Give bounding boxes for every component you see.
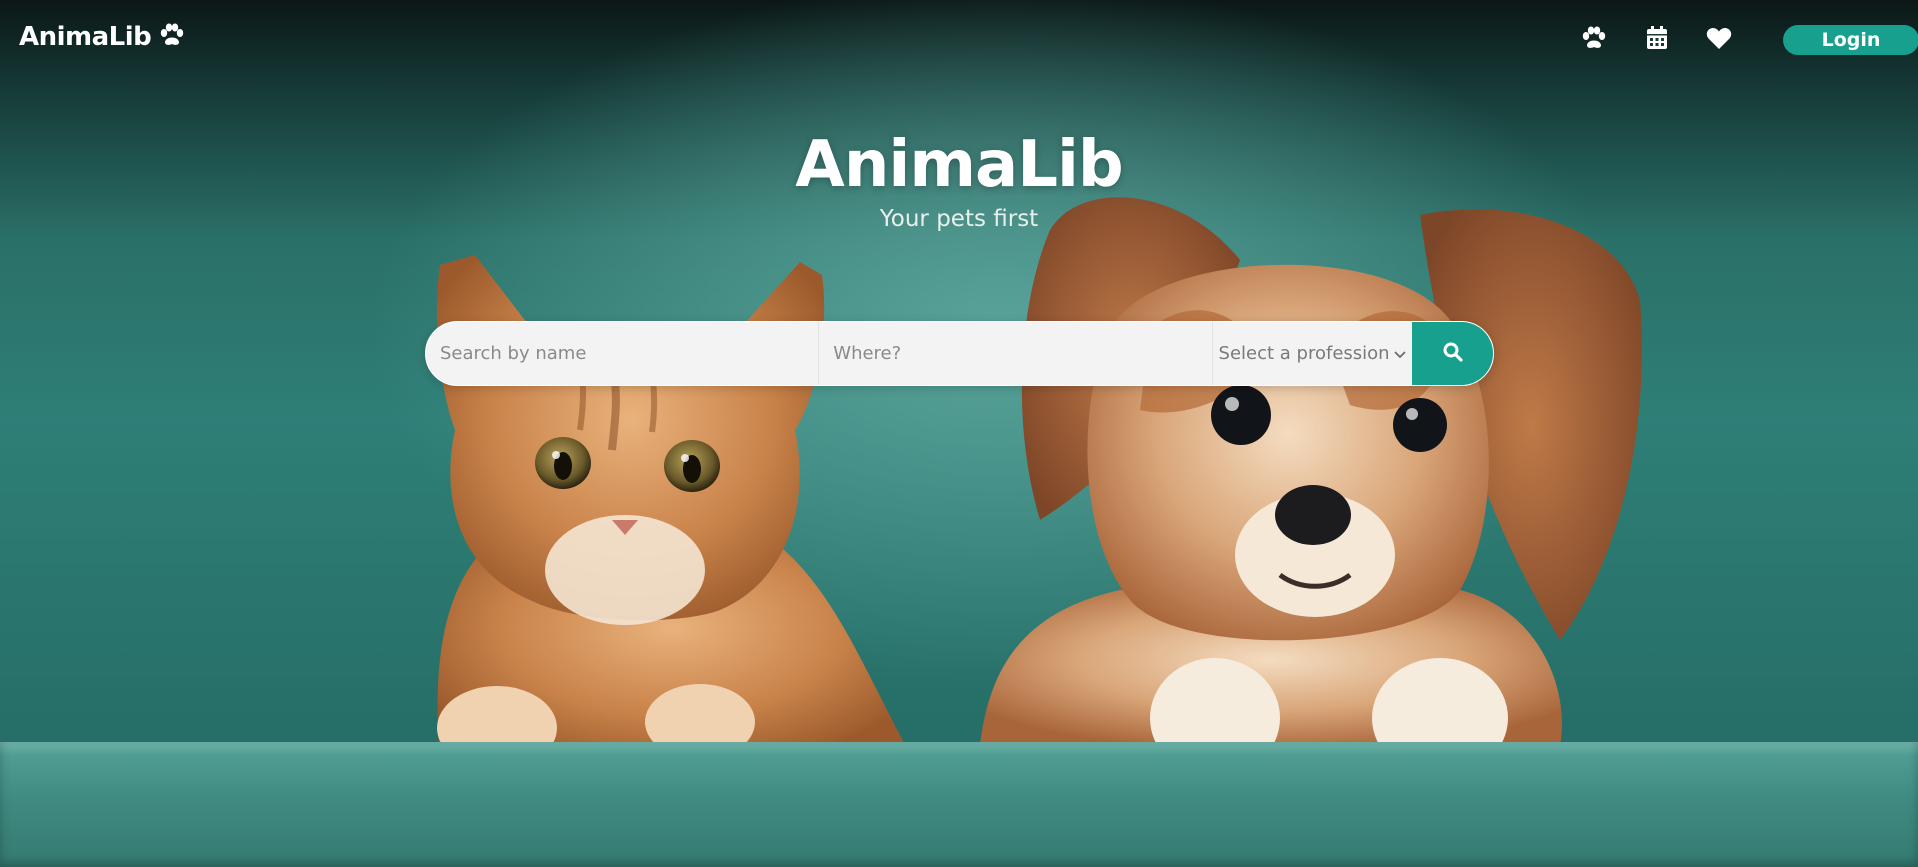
search-button[interactable] [1412,322,1493,385]
search-where-input[interactable] [819,322,1213,385]
search-icon [1443,342,1463,365]
calendar-icon [1646,26,1668,54]
navbar: AnimaLib Login [0,0,1918,78]
ledge [0,742,1918,867]
page-subtitle: Your pets first [879,206,1039,232]
page-title: AnimaLib [795,128,1123,202]
heart-icon [1706,27,1732,54]
paw-icon [1581,26,1607,54]
brand-link[interactable]: AnimaLib [19,22,185,52]
favorites-nav-button[interactable] [1703,24,1735,56]
search-name-input[interactable] [426,322,820,385]
pets-nav-button[interactable] [1578,24,1610,56]
paw-icon [159,23,185,51]
brand-name: AnimaLib [19,22,152,52]
login-button[interactable]: Login [1783,25,1918,55]
profession-select-value: Select a profession [1218,343,1390,364]
search-form: Select a profession [425,321,1494,386]
chevron-down-icon [1393,344,1406,363]
calendar-nav-button[interactable] [1641,24,1673,56]
profession-select[interactable]: Select a profession [1213,322,1413,385]
